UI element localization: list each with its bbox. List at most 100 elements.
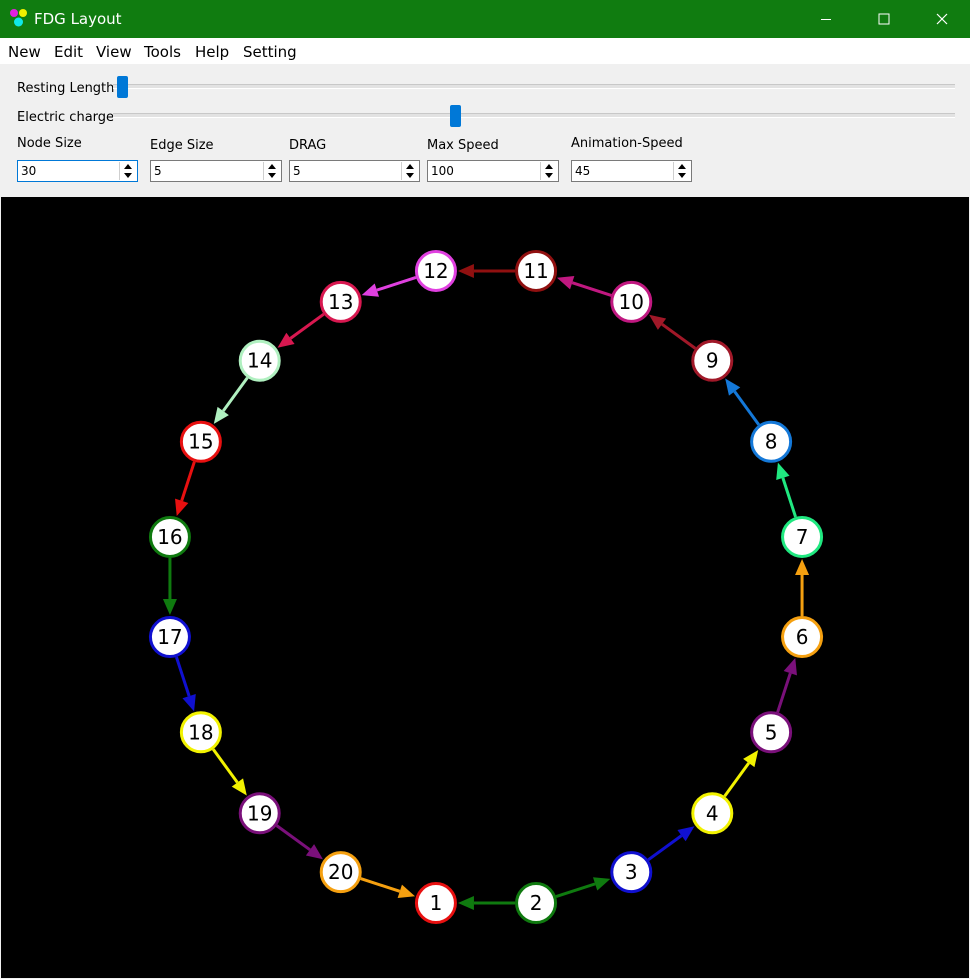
- node-label: 8: [765, 430, 778, 454]
- node-13[interactable]: 13: [319, 280, 362, 323]
- edge-line: [781, 477, 797, 518]
- node-label: 12: [423, 259, 448, 283]
- edge-15-16: [175, 461, 196, 517]
- menu-view[interactable]: View: [96, 43, 132, 61]
- edge-line: [733, 390, 760, 426]
- node-10[interactable]: 10: [610, 280, 653, 323]
- triangle-up-icon: [406, 164, 414, 169]
- node-6[interactable]: 6: [781, 616, 824, 659]
- max-speed-increment-button[interactable]: [541, 162, 557, 171]
- edge-line: [212, 748, 239, 784]
- triangle-down-icon: [406, 173, 414, 178]
- close-button[interactable]: [913, 0, 970, 38]
- arrow-head-icon: [725, 378, 741, 396]
- edge-size-decrement-button[interactable]: [264, 171, 280, 180]
- menu-tools[interactable]: Tools: [144, 43, 181, 61]
- edge-size-increment-button[interactable]: [264, 162, 280, 171]
- arrow-head-icon: [213, 406, 229, 424]
- node-label: 10: [619, 290, 644, 314]
- node-16[interactable]: 16: [148, 515, 191, 558]
- edge-2-1: [457, 896, 516, 911]
- node-size-spinbox[interactable]: [17, 160, 138, 182]
- resting-length-slider[interactable]: [113, 84, 955, 89]
- triangle-up-icon: [678, 164, 686, 169]
- menu-help[interactable]: Help: [195, 43, 229, 61]
- node-label: 14: [247, 349, 272, 373]
- animation-speed-spinbox[interactable]: [571, 160, 692, 182]
- node-15[interactable]: 15: [179, 420, 222, 463]
- menu-new[interactable]: New: [8, 43, 41, 61]
- electric-charge-slider[interactable]: [113, 113, 955, 118]
- max-speed-spin-buttons[interactable]: [540, 162, 557, 180]
- edge-5-6: [776, 657, 797, 713]
- node-17[interactable]: 17: [148, 616, 191, 659]
- node-size-decrement-button[interactable]: [120, 171, 136, 180]
- arrow-head-icon: [556, 276, 575, 290]
- node-19[interactable]: 19: [238, 792, 281, 835]
- triangle-down-icon: [268, 173, 276, 178]
- maximize-button[interactable]: [855, 0, 913, 38]
- minimize-icon: [821, 19, 831, 20]
- node-size-input[interactable]: [19, 162, 120, 180]
- electric-charge-slider-thumb[interactable]: [450, 105, 462, 127]
- max-speed-input[interactable]: [429, 162, 541, 180]
- resting-length-label: Resting Length: [17, 81, 115, 96]
- graph-canvas[interactable]: 1 2 3 4 5 6 7 8 9 10 11 12 13 14 15 16 17 18 19 20: [1, 197, 969, 978]
- animation-speed-increment-button[interactable]: [674, 162, 690, 171]
- node-18[interactable]: 18: [179, 711, 222, 754]
- minimize-button[interactable]: [797, 0, 855, 38]
- node-5[interactable]: 5: [750, 711, 793, 754]
- arrow-head-icon: [457, 896, 474, 911]
- node-1[interactable]: 1: [414, 882, 457, 925]
- node-label: 20: [328, 860, 353, 884]
- node-label: 1: [430, 891, 443, 915]
- node-label: 9: [706, 349, 719, 373]
- node-12[interactable]: 12: [414, 249, 457, 292]
- electric-charge-label: Electric charge: [17, 110, 115, 125]
- animation-speed-decrement-button[interactable]: [674, 171, 690, 180]
- resting-length-slider-thumb[interactable]: [117, 76, 128, 98]
- drag-spin-buttons[interactable]: [401, 162, 418, 180]
- node-3[interactable]: 3: [610, 851, 653, 894]
- menu-edit[interactable]: Edit: [54, 43, 83, 61]
- edge-line: [723, 762, 750, 798]
- node-size-spin-buttons[interactable]: [119, 162, 136, 180]
- edge-size-input[interactable]: [152, 162, 264, 180]
- max-speed-spinbox[interactable]: [427, 160, 559, 182]
- edge-size-spinbox[interactable]: [150, 160, 282, 182]
- edge-10-11: [556, 276, 612, 297]
- node-4[interactable]: 4: [691, 792, 734, 835]
- drag-decrement-button[interactable]: [402, 171, 418, 180]
- arrow-head-icon: [162, 599, 177, 616]
- node-label: 17: [157, 625, 182, 649]
- graph-svg[interactable]: 1 234567891011121314151617181920: [1, 197, 969, 978]
- edge-line: [275, 824, 311, 851]
- animation-speed-spin-buttons[interactable]: [673, 162, 690, 180]
- node-8[interactable]: 8: [750, 420, 793, 463]
- drag-input[interactable]: [291, 162, 402, 180]
- edge-line: [180, 461, 196, 502]
- drag-increment-button[interactable]: [402, 162, 418, 171]
- edge-6-7: [795, 558, 810, 617]
- node-11[interactable]: 11: [515, 249, 558, 292]
- window-title: FDG Layout: [34, 10, 122, 28]
- edge-20-1: [360, 877, 416, 898]
- animation-speed-label: Animation-Speed: [571, 136, 683, 151]
- animation-speed-input[interactable]: [573, 162, 674, 180]
- edge-8-9: [725, 378, 760, 426]
- arrow-head-icon: [783, 657, 797, 676]
- node-9[interactable]: 9: [691, 339, 734, 382]
- node-size-increment-button[interactable]: [120, 162, 136, 171]
- edge-size-spin-buttons[interactable]: [263, 162, 280, 180]
- node-7[interactable]: 7: [781, 515, 824, 558]
- node-2[interactable]: 2: [515, 882, 558, 925]
- drag-spinbox[interactable]: [289, 160, 420, 182]
- title-bar[interactable]: FDG Layout: [0, 0, 970, 38]
- max-speed-decrement-button[interactable]: [541, 171, 557, 180]
- triangle-down-icon: [678, 173, 686, 178]
- node-14[interactable]: 14: [238, 339, 281, 382]
- node-20[interactable]: 20: [319, 851, 362, 894]
- edge-line: [376, 276, 417, 292]
- arrow-head-icon: [231, 778, 247, 796]
- menu-setting[interactable]: Setting: [243, 43, 297, 61]
